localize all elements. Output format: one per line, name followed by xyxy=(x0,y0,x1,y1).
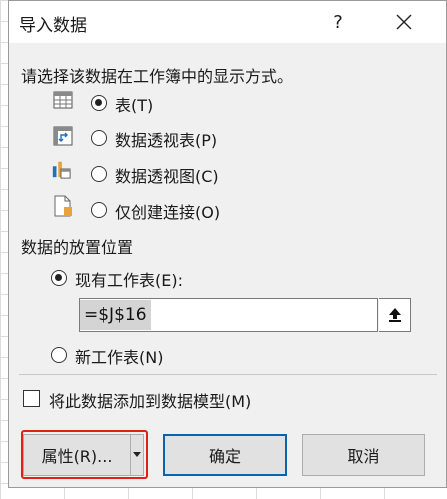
properties-dropdown-button[interactable] xyxy=(130,434,144,476)
close-button[interactable] xyxy=(379,5,429,39)
import-data-dialog: 导入数据 ? 请选择该数据在工作簿中的显示方式。 表(T) 数据透视表(P) 数… xyxy=(8,0,447,488)
connection-only-icon xyxy=(54,195,72,217)
radio-table[interactable] xyxy=(91,95,107,111)
display-prompt: 请选择该数据在工作簿中的显示方式。 xyxy=(21,67,294,86)
option-pivot-table-label: 数据透视表(P) xyxy=(115,131,218,150)
radio-connection-only[interactable] xyxy=(91,202,107,218)
cell-reference-value: =$J$16 xyxy=(80,300,151,330)
radio-existing-worksheet[interactable] xyxy=(51,270,67,286)
option-table-label: 表(T) xyxy=(115,96,154,115)
title-bar: 导入数据 ? xyxy=(9,1,446,43)
existing-worksheet-label: 现有工作表(E): xyxy=(75,271,183,290)
pivot-chart-icon xyxy=(52,161,71,179)
cell-reference-input[interactable]: =$J$16 xyxy=(79,298,378,332)
separator xyxy=(19,374,437,375)
radio-pivot-table[interactable] xyxy=(91,130,107,146)
collapse-dialog-button[interactable] xyxy=(379,298,411,332)
radio-new-worksheet[interactable] xyxy=(51,347,67,363)
placement-heading: 数据的放置位置 xyxy=(21,238,134,257)
chevron-down-icon xyxy=(133,452,141,457)
properties-button[interactable]: 属性(R)... xyxy=(23,434,131,476)
option-pivot-chart-label: 数据透视图(C) xyxy=(115,167,219,186)
option-connection-only-label: 仅创建连接(O) xyxy=(115,203,221,222)
cancel-button[interactable]: 取消 xyxy=(302,434,425,476)
radio-pivot-chart[interactable] xyxy=(91,166,107,182)
close-icon xyxy=(396,14,412,30)
data-model-label: 将此数据添加到数据模型(M) xyxy=(49,392,252,411)
collapse-arrow-icon xyxy=(388,308,401,322)
table-icon xyxy=(53,91,73,109)
ok-button[interactable]: 确定 xyxy=(163,434,287,476)
pivot-table-icon xyxy=(53,126,73,146)
new-worksheet-label: 新工作表(N) xyxy=(75,348,164,367)
help-button[interactable]: ? xyxy=(321,5,355,39)
dialog-title: 导入数据 xyxy=(19,16,87,36)
data-model-checkbox[interactable] xyxy=(23,390,40,407)
